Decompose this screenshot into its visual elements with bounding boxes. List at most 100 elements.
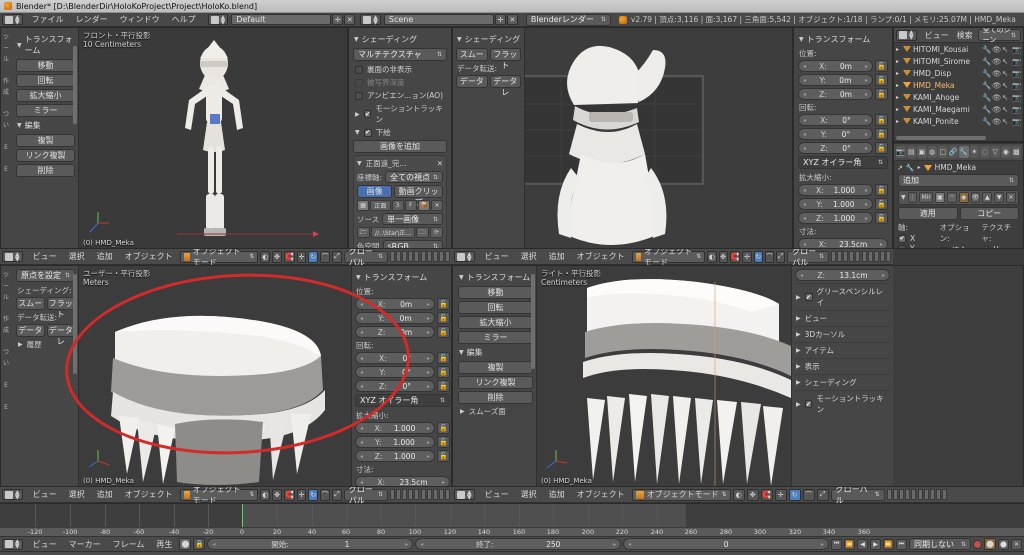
location-y-field-tr[interactable]: ◂ Y: 0m ▸ — [798, 74, 873, 86]
render-engine-select[interactable]: Blenderレンダー ⇅ — [525, 13, 611, 26]
play-reverse-icon[interactable]: ◀ — [857, 538, 869, 550]
outliner-row-hmd-disp[interactable]: ▸ HMD_Disp 🔧 👁 ↖ 📷 — [894, 67, 1023, 79]
show-in-editmode-icon[interactable]: ▣ — [934, 192, 945, 203]
next-keyframe-icon[interactable]: ⏩ — [883, 538, 895, 550]
scale-manipulator-icon-fbl[interactable]: ⌒ — [320, 488, 331, 501]
lock-scale-y-tr[interactable]: 🔓 — [875, 198, 888, 210]
snap-magnet-icon-fbr[interactable]: 🧲 — [760, 488, 773, 501]
panel-view-br[interactable]: ▶ ビュー — [795, 310, 890, 326]
move-up-icon[interactable]: ▲ — [982, 192, 993, 203]
vp-menu-select-fbl[interactable]: 選択 — [64, 488, 90, 501]
pivot-icon-fbr[interactable]: ✥ — [746, 488, 759, 501]
lock-rotation-y-bl[interactable]: 🔓 — [437, 366, 450, 378]
lock-rotation-x-bl[interactable]: 🔓 — [437, 352, 450, 364]
new-screen-button[interactable]: ✛ — [332, 14, 344, 25]
add-modifier-button[interactable]: 追加 ⇅ — [898, 174, 1019, 187]
start-frame-field[interactable]: ◂ 開始: 1 ▸ — [207, 538, 414, 550]
vp-mode-select-fbl[interactable]: オブジェクトモード ⇅ — [179, 487, 259, 503]
chevron-right-icon[interactable]: ▸ — [896, 118, 901, 125]
rotation-z-field-bl[interactable]: ◂ Z: 0° ▸ — [355, 380, 435, 392]
image-name-field[interactable]: 正面 — [370, 200, 391, 211]
end-frame-field[interactable]: ◂ 終了: 250 ▸ — [415, 538, 622, 550]
cursor-icon[interactable]: ↖ — [1002, 69, 1010, 78]
outliner-display-mode[interactable]: 全てのシーン ⇅ — [977, 28, 1021, 44]
current-frame-field[interactable]: ◂ 0 ▸ — [623, 538, 830, 550]
dim-x-field-tr[interactable]: ◂ X: 23.5cm ▸ — [798, 238, 888, 248]
transform-orientation-br[interactable]: グローバル ⇅ — [787, 249, 830, 265]
vp-menu-view-fbr[interactable]: ビュー — [480, 488, 514, 501]
lock-rotation-z-bl[interactable]: 🔓 — [437, 380, 450, 392]
manipulator-extra-icon-fbl[interactable]: ⤢ — [332, 488, 342, 501]
move-manipulator-icon-fbr[interactable]: ✛ — [774, 488, 787, 501]
chevron-right-icon[interactable]: ▸ — [896, 46, 901, 53]
auto-keyframe-icon[interactable]: ⬤ — [179, 538, 192, 550]
rotate-manipulator-icon-fbr[interactable]: ↻ — [788, 488, 801, 501]
transform-section-title-bl[interactable]: ▼ トランスフォーム — [356, 272, 450, 283]
vp-editor-type-icon-fbr[interactable]: ▲ ▼ — [454, 489, 475, 500]
lock-scale-z-tr[interactable]: 🔓 — [875, 212, 888, 224]
outliner-tree[interactable]: ▸ HITOMI_Kousai 🔧 👁 ↖ 📷 ▸ HITOMI_Sirome … — [894, 43, 1023, 141]
smooth-button-tr[interactable]: スムー — [456, 48, 488, 61]
scrollbar-tl[interactable] — [73, 46, 77, 124]
edit-section-title-br[interactable]: ▼ 編集 — [459, 347, 533, 358]
tab-image[interactable]: 画像 — [357, 185, 393, 198]
source-select[interactable]: 単一画像 ⇅ — [382, 213, 443, 225]
filepath-field[interactable]: //..\Star\正... — [371, 227, 415, 238]
scale-y-field-tr[interactable]: ◂ Y: 1.000 ▸ — [798, 198, 873, 210]
remove-modifier-icon[interactable]: ✕ — [1006, 192, 1016, 203]
history-section-bl[interactable]: ▶ 履歴 — [18, 339, 75, 350]
reload-icon[interactable]: ⟳ — [430, 227, 443, 238]
modifier-wrench-icon[interactable]: 🔧 — [982, 81, 991, 90]
tab-movie-clip[interactable]: 動画クリップ — [394, 185, 443, 207]
duplicate-button-tl[interactable]: 複製 — [16, 134, 75, 147]
snap-magnet-icon-bl[interactable]: 🧲 — [283, 250, 295, 263]
screen-layout-icon[interactable]: ▲ ▼ — [207, 14, 229, 25]
copy-modifier-button[interactable]: コピー — [959, 207, 1019, 220]
shading-mode-select[interactable]: マルチテクスチャ ⇅ — [353, 48, 447, 61]
lock-location-y-tr[interactable]: 🔓 — [875, 74, 888, 86]
mirror-button-tl[interactable]: ミラー — [16, 104, 75, 117]
edit-section-title-tl[interactable]: ▼ 編集 — [17, 120, 75, 131]
move-manipulator-icon-br[interactable]: ✛ — [742, 250, 752, 263]
timeline-editor-type-icon[interactable]: ▲ ▼ — [2, 538, 23, 550]
bg-images-section[interactable]: ▼ ✔ 下絵 — [355, 127, 447, 138]
scale-manipulator-icon-br[interactable]: ⌒ — [764, 250, 775, 263]
manipulator-extra-icon-fbr[interactable]: ⤢ — [816, 488, 829, 501]
screen-layout-field[interactable]: Default — [231, 14, 332, 25]
chevron-right-icon[interactable]: ▸ — [896, 82, 901, 89]
jump-end-icon[interactable]: ⏭ — [896, 538, 908, 550]
move-button-tl[interactable]: 移動 — [16, 59, 75, 72]
timeline-playhead[interactable] — [242, 504, 243, 527]
vp-menu-add-fbr[interactable]: 追加 — [544, 488, 570, 501]
vp-editor-type-icon-br[interactable]: ▲ ▼ — [454, 251, 475, 262]
rotate-button-br[interactable]: 回転 — [458, 301, 533, 314]
scale-y-field-bl[interactable]: ◂ Y: 1.000 ▸ — [355, 436, 435, 448]
lock-location-x-tr[interactable]: 🔓 — [875, 60, 888, 72]
panel-motion-tracking-br[interactable]: ▶ ✔ モーショントラッキン — [795, 390, 890, 417]
transform-orientation-bl[interactable]: グローバル ⇅ — [343, 249, 389, 265]
scale-manipulator-icon-fbr[interactable]: ⌒ — [802, 488, 815, 501]
axis-select[interactable]: 全ての視点 ⇅ — [385, 171, 443, 183]
location-x-field-bl[interactable]: ◂ X: 0m ▸ — [355, 298, 435, 310]
data-button-bl[interactable]: データ — [16, 324, 45, 337]
cursor-icon[interactable]: ↖ — [1002, 81, 1010, 90]
chevron-down-icon[interactable]: ▼ — [901, 194, 906, 201]
colorspace-select[interactable]: sRGB ⇅ — [382, 240, 443, 248]
timeline-ruler[interactable]: -120 -100 -80 -60 -40 -20 0 20 40 60 80 … — [0, 527, 1024, 536]
link-duplicate-button-br[interactable]: リンク複製 — [458, 376, 533, 389]
shading-sphere-icon-bl[interactable]: ◐ — [260, 250, 271, 263]
cursor-icon[interactable]: ↖ — [1002, 57, 1010, 66]
scale-button-tl[interactable]: 拡大縮小 — [16, 89, 75, 102]
menu-file[interactable]: ファイル — [26, 13, 70, 26]
smooth-surface-label-br[interactable]: ▶ スムーズ面 — [460, 406, 533, 417]
outliner-row-kami-maegami[interactable]: ▸ KAMI_Maegami 🔧 👁 ↖ 📷 — [894, 103, 1023, 115]
lock-rotation-x-tr[interactable]: 🔓 — [875, 114, 888, 126]
world-tab-icon[interactable]: ◍ — [927, 146, 937, 158]
data-button-tr[interactable]: データ — [456, 75, 488, 88]
texture-u[interactable]: U — [981, 245, 1019, 248]
object-data-tab-icon[interactable]: ▽ — [990, 146, 1000, 158]
close-icon[interactable]: ✕ — [437, 159, 443, 168]
render-tab-icon[interactable]: 📷 — [896, 146, 906, 158]
location-x-field-tr[interactable]: ◂ X: 0m ▸ — [798, 60, 873, 72]
new-scene-button[interactable]: ✛ — [494, 14, 506, 25]
